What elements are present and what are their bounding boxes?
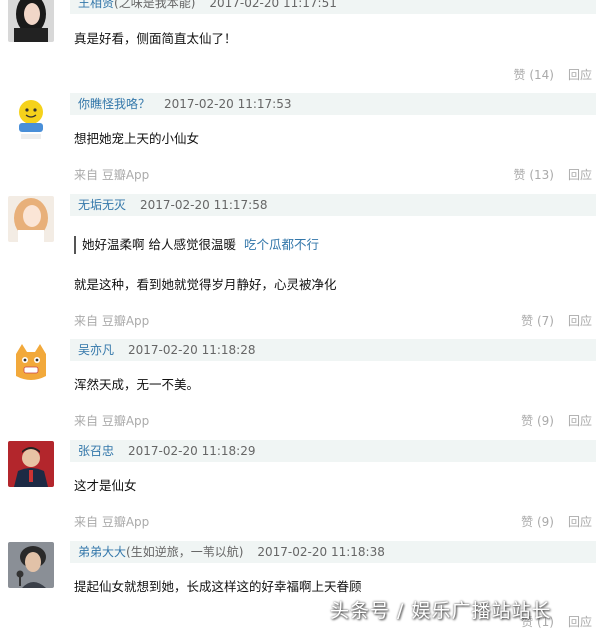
comment-content: 提起仙女就想到她，长成这样这的好幸福啊上天眷顾 — [74, 579, 362, 594]
author-signature: (生如逆旅，一苇以航) — [126, 545, 244, 559]
comment-meta: 弟弟大大(生如逆旅，一苇以航) 2017-02-20 11:18:38 — [70, 541, 596, 563]
comment-time: 2017-02-20 11:17:51 — [209, 0, 337, 10]
watermark: 头条号 / 娱乐广播站站长 — [330, 600, 552, 622]
reply-button[interactable]: 回应 — [568, 314, 592, 328]
comment-content: 这才是仙女 — [74, 478, 137, 493]
comment-actions: 赞 (13) 回应 — [514, 166, 592, 183]
comment-meta: 吴亦凡 2017-02-20 11:18:28 — [70, 339, 596, 361]
like-button[interactable]: 赞 (9) — [521, 414, 554, 428]
quoted-reply: 她好温柔啊 给人感觉很温暖 吃个瓜都不行 — [74, 236, 319, 254]
like-button[interactable]: 赞 (9) — [521, 515, 554, 529]
comment-content: 就是这种，看到她就觉得岁月静好，心灵被净化 — [74, 277, 337, 292]
reply-button[interactable]: 回应 — [568, 168, 592, 182]
comment-actions: 赞 (7) 回应 — [521, 312, 592, 329]
comment-actions: 赞 (9) 回应 — [521, 513, 592, 530]
comment-content: 真是好看，侧面简直太仙了！ — [74, 31, 237, 46]
cartoon-character-avatar[interactable] — [8, 96, 54, 142]
like-button[interactable]: 赞 (13) — [514, 168, 554, 182]
man-uniform-avatar[interactable] — [8, 441, 54, 487]
comment-source: 来自 豆瓣App — [74, 515, 150, 529]
comment-time: 2017-02-20 11:18:38 — [257, 545, 385, 559]
comment-time: 2017-02-20 11:18:28 — [128, 343, 256, 357]
comment-author[interactable]: 张召忠 — [78, 444, 114, 458]
woman-dark-hair-avatar[interactable] — [8, 0, 54, 42]
reply-button[interactable]: 回应 — [568, 414, 592, 428]
cartoon-cat-avatar[interactable] — [8, 340, 54, 386]
comment-time: 2017-02-20 11:18:29 — [128, 444, 256, 458]
quote-author-link[interactable]: 吃个瓜都不行 — [244, 237, 319, 252]
comment-source: 来自 豆瓣App — [74, 314, 150, 328]
comment-content: 浑然天成，无一不美。 — [74, 377, 200, 392]
like-button[interactable]: 赞 (14) — [514, 68, 554, 82]
author-signature: (之味是我本能) — [114, 0, 196, 10]
comment-actions: 赞 (14) 回应 — [514, 66, 592, 83]
quote-text: 她好温柔啊 给人感觉很温暖 — [82, 237, 236, 252]
reply-button[interactable]: 回应 — [568, 615, 592, 629]
comment-source: 来自 豆瓣App — [74, 168, 150, 182]
comment-time: 2017-02-20 11:17:53 — [164, 97, 292, 111]
comment-author[interactable]: 吴亦凡 — [78, 343, 114, 357]
comment-source: 来自 豆瓣App — [74, 414, 150, 428]
comment-author[interactable]: 你瞧怪我咯？ — [78, 97, 150, 111]
like-button[interactable]: 赞 (7) — [521, 314, 554, 328]
comment-meta: 张召忠 2017-02-20 11:18:29 — [70, 440, 596, 462]
anime-girl-avatar[interactable] — [8, 196, 54, 242]
comment-meta: 你瞧怪我咯？ 2017-02-20 11:17:53 — [70, 93, 596, 115]
comment-time: 2017-02-20 11:17:58 — [140, 198, 268, 212]
comment-author[interactable]: 弟弟大大 — [78, 545, 126, 559]
comment-actions: 赞 (9) 回应 — [521, 412, 592, 429]
reply-button[interactable]: 回应 — [568, 515, 592, 529]
comment-author[interactable]: 王相贤 — [78, 0, 114, 10]
young-man-microphone-avatar[interactable] — [8, 542, 54, 588]
reply-button[interactable]: 回应 — [568, 68, 592, 82]
comment-content: 想把她宠上天的小仙女 — [74, 131, 200, 146]
comment-author[interactable]: 无垢无灭 — [78, 198, 126, 212]
comment-meta: 王相贤(之味是我本能) 2017-02-20 11:17:51 — [70, 0, 596, 14]
comment-meta: 无垢无灭 2017-02-20 11:17:58 — [70, 194, 596, 216]
